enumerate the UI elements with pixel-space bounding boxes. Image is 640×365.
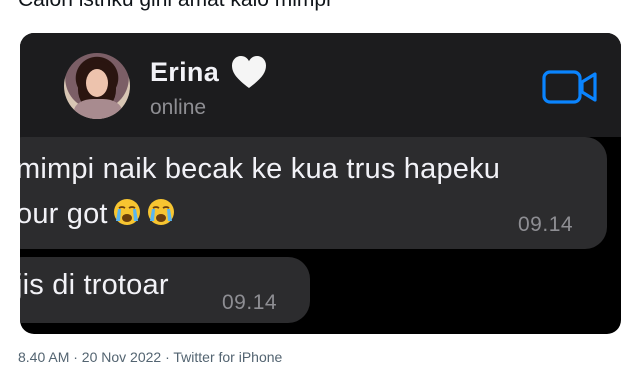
message-bubble[interactable]: mimpi naik becak ke kua trus hapeku our … bbox=[20, 137, 607, 249]
message-line: mimpi naik becak ke kua trus hapeku bbox=[20, 153, 501, 185]
white-heart-icon bbox=[232, 56, 266, 88]
tweet-text: Calon istriku gini amat kalo mimpi bbox=[18, 0, 331, 12]
avatar[interactable] bbox=[64, 53, 130, 119]
message-timestamp: 09.14 bbox=[222, 291, 278, 314]
message-bubble[interactable]: jis di trotoar 09.14 bbox=[20, 257, 310, 323]
chat-screenshot-media[interactable]: Erina online mimpi naik becak ke kua tru… bbox=[20, 33, 621, 334]
message-timestamp: 09.14 bbox=[518, 213, 574, 236]
message-line: our got bbox=[20, 198, 108, 230]
tweet-meta: 8.40 AM · 20 Nov 2022 · Twitter for iPho… bbox=[18, 349, 283, 365]
chat-header: Erina online bbox=[20, 33, 621, 137]
contact-name[interactable]: Erina bbox=[150, 57, 219, 88]
contact-status: online bbox=[150, 96, 207, 119]
message-line: jis di trotoar bbox=[20, 269, 169, 301]
message-line-with-emoji: our got bbox=[20, 197, 176, 231]
loudly-crying-face-icon bbox=[147, 199, 174, 225]
loudly-crying-face-icon bbox=[113, 199, 140, 225]
video-camera-icon[interactable] bbox=[542, 69, 598, 105]
